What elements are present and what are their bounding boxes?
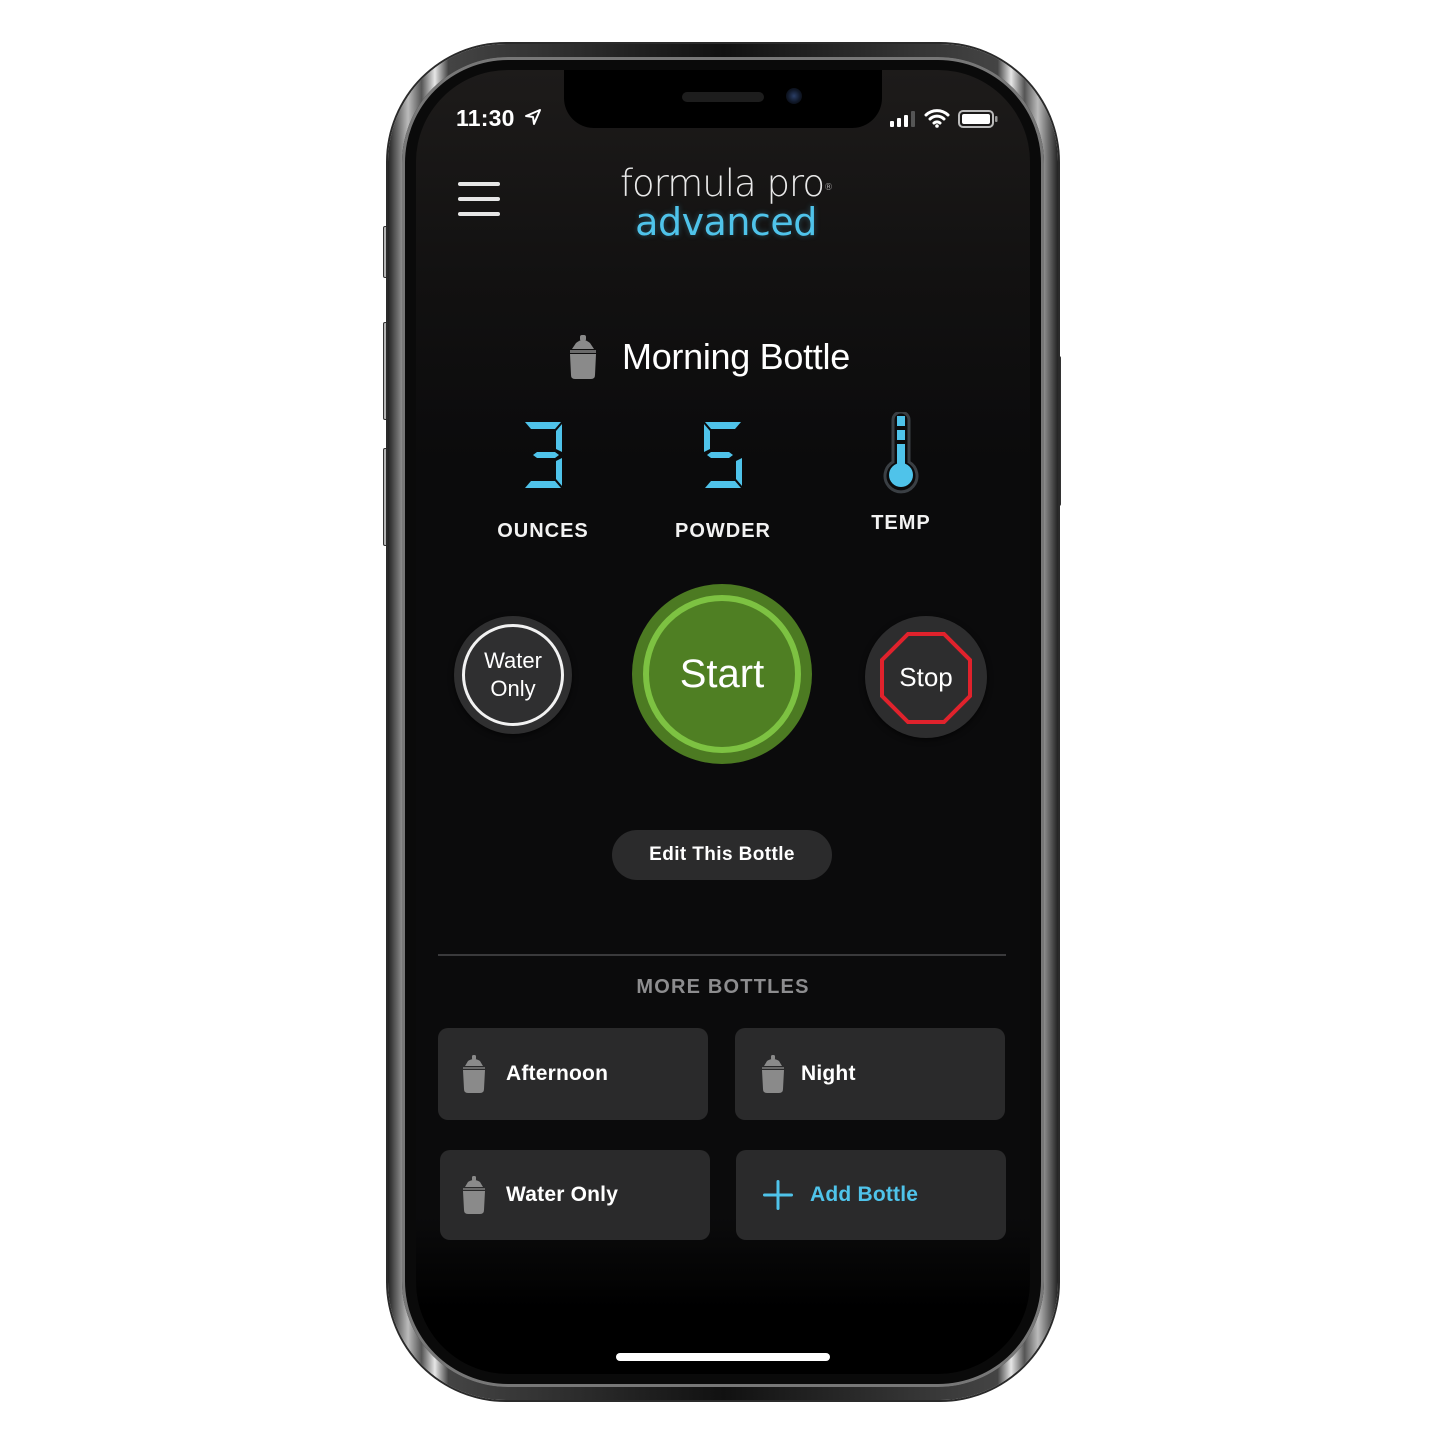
wifi-icon	[924, 109, 950, 128]
home-indicator[interactable]	[616, 1353, 830, 1361]
seven-segment-digit-5	[704, 422, 742, 488]
water-only-label: Water Only	[484, 648, 542, 701]
logo-advanced: advanced	[635, 200, 817, 244]
current-bottle-name: Morning Bottle	[622, 336, 850, 377]
metric-ounces[interactable]: OUNCES	[468, 416, 618, 543]
bottle-card-night[interactable]: Night	[735, 1028, 1005, 1120]
app-logo: formula pro® advanced	[606, 165, 846, 255]
battery-icon	[958, 110, 998, 128]
powder-value-display	[648, 416, 798, 494]
baby-bottle-icon	[463, 1055, 485, 1093]
cellular-signal-icon	[890, 111, 915, 127]
location-arrow-icon	[525, 109, 541, 125]
water-only-button[interactable]: Water Only	[454, 616, 572, 734]
ounces-value-display	[468, 416, 618, 494]
bottle-card-label: Afternoon	[506, 1062, 609, 1085]
hamburger-menu-icon[interactable]	[456, 182, 502, 226]
status-time: 11:30	[456, 105, 515, 131]
start-button[interactable]: Start	[632, 584, 812, 764]
stop-label: Stop	[899, 661, 953, 692]
bottle-card-afternoon[interactable]: Afternoon	[438, 1028, 708, 1120]
more-bottles-heading: MORE BOTTLES	[636, 976, 810, 998]
app-screen: 11:30 formula pro® advanced Morning Bott…	[416, 70, 1030, 1374]
bottle-card-label: Night	[801, 1062, 856, 1085]
add-bottle-label: Add Bottle	[810, 1183, 919, 1206]
baby-bottle-icon	[570, 335, 596, 379]
front-camera	[786, 88, 802, 104]
add-bottle-button[interactable]: Add Bottle	[736, 1150, 1006, 1240]
bottle-card-water-only[interactable]: Water Only	[440, 1150, 710, 1240]
current-bottle-title: Morning Bottle	[566, 332, 896, 382]
temp-display	[826, 412, 976, 494]
seven-segment-digit-3	[525, 422, 562, 488]
start-label: Start	[679, 651, 765, 696]
notch	[564, 70, 882, 128]
speaker-grille	[682, 92, 764, 102]
powder-label: POWDER	[675, 520, 771, 542]
metric-temp[interactable]: TEMP	[826, 412, 976, 535]
section-divider	[438, 954, 1006, 956]
stop-button[interactable]: Stop	[865, 616, 987, 738]
ounces-label: OUNCES	[497, 520, 589, 542]
bottle-card-label: Water Only	[506, 1183, 619, 1206]
temp-label: TEMP	[871, 512, 931, 534]
thermometer-icon	[883, 412, 919, 494]
baby-bottle-icon	[463, 1176, 485, 1214]
baby-bottle-icon	[762, 1055, 784, 1093]
logo-formula-pro: formula pro®	[620, 162, 833, 205]
plus-icon	[763, 1180, 793, 1210]
edit-bottle-button[interactable]: Edit This Bottle	[612, 830, 832, 880]
metric-powder[interactable]: POWDER	[648, 416, 798, 543]
